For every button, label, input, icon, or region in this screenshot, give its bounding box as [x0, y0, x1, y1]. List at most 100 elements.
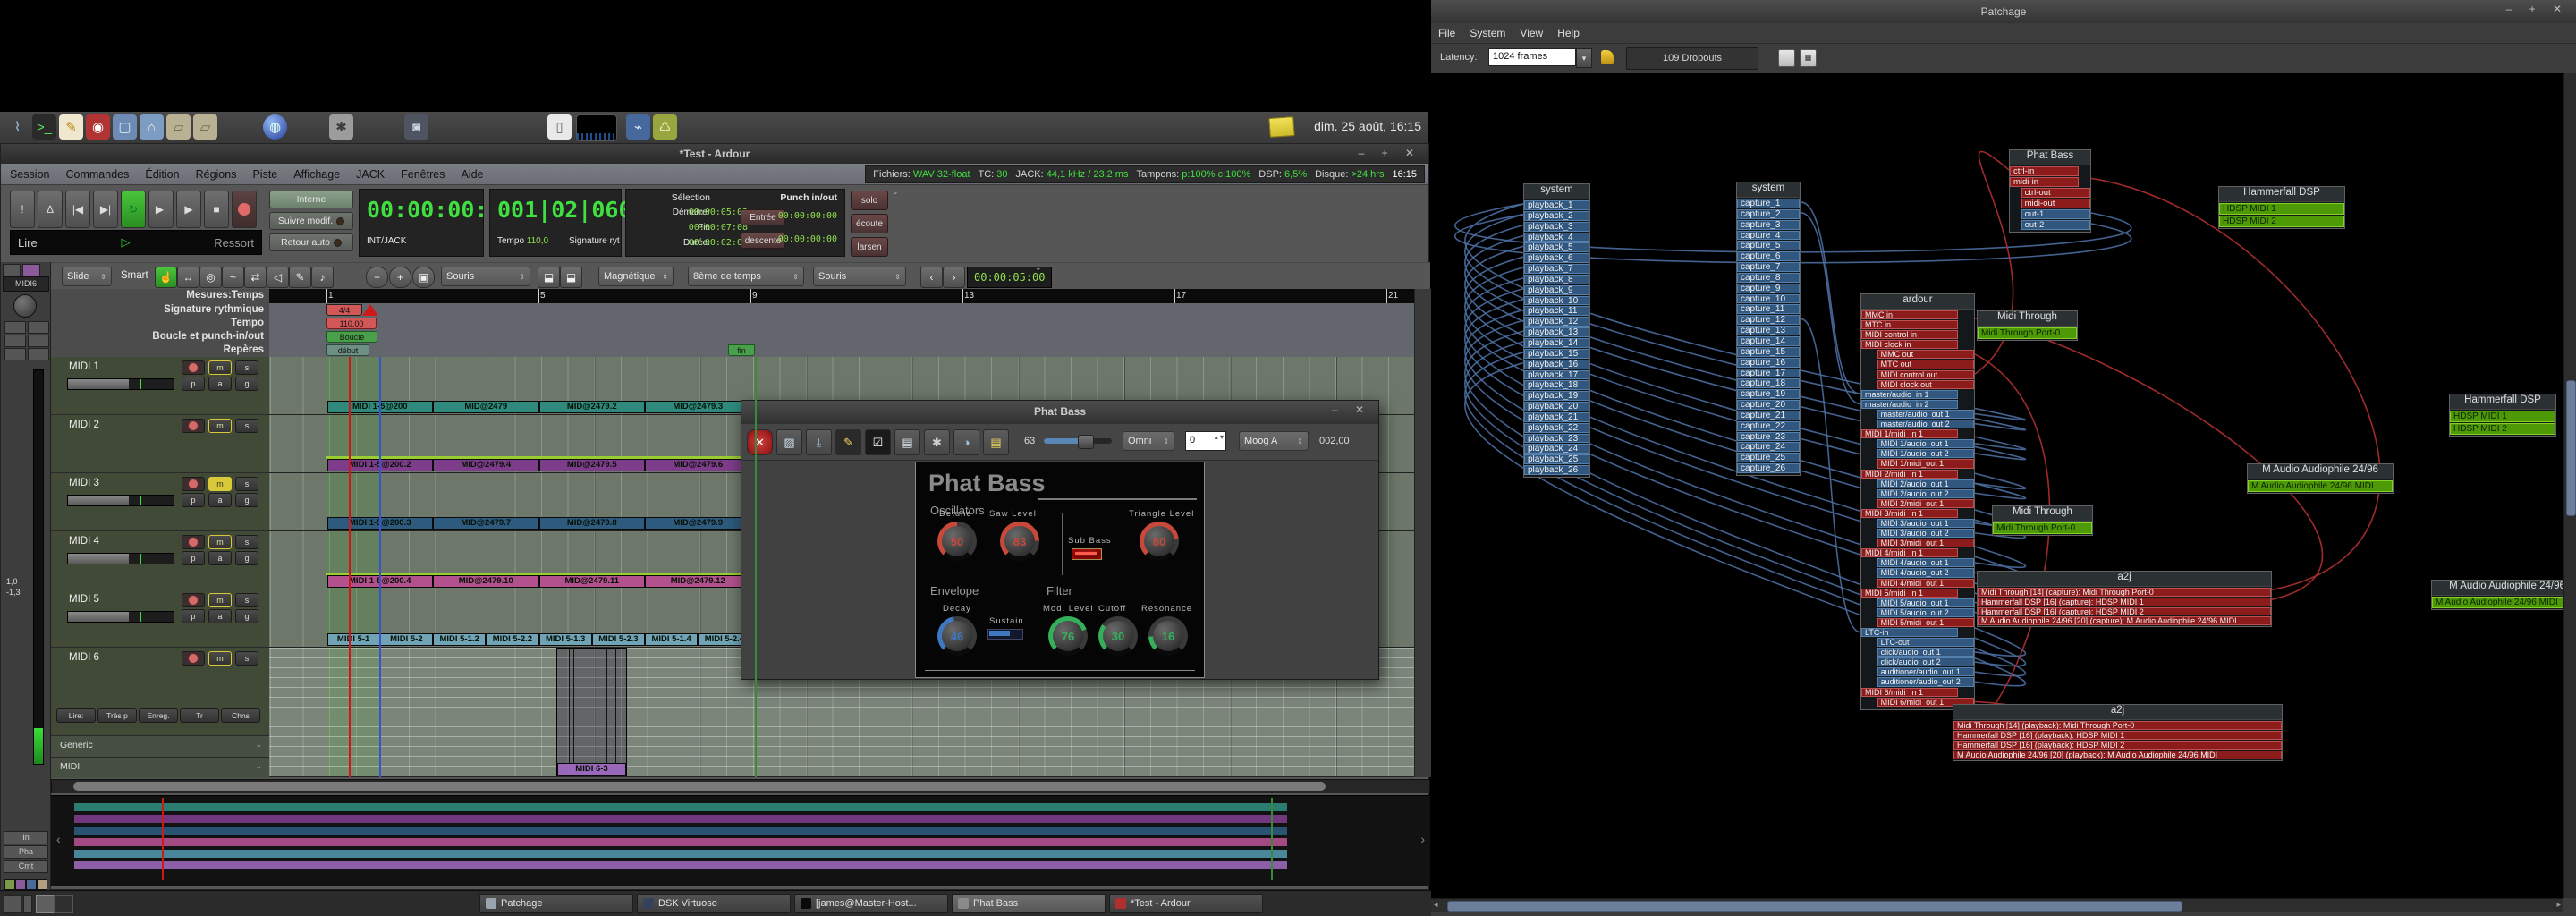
port[interactable]: MIDI 1/audio_out 1: [1877, 439, 1974, 448]
midi-region[interactable]: MID@2479.2: [539, 401, 646, 413]
node-title[interactable]: system: [1737, 182, 1800, 198]
track-name-label[interactable]: MIDI 5: [69, 594, 99, 605]
strip-pha-button[interactable]: Pha: [4, 845, 48, 859]
dropouts-button[interactable]: 109 Dropouts: [1626, 47, 1758, 70]
taskbar-item[interactable]: DSK Virtuoso: [637, 894, 791, 913]
ardour-menu-jack[interactable]: JACK: [356, 168, 385, 181]
patchage-titlebar[interactable]: Patchage ‒ + ✕: [1431, 0, 2576, 23]
midi-region[interactable]: MIDI 5-2.2: [486, 633, 538, 646]
port[interactable]: M Audio Audiophile 24/96 [20] (capture):…: [1978, 616, 2271, 625]
port[interactable]: out-2: [2021, 220, 2090, 230]
preset-combo[interactable]: Moog A⇕: [1239, 431, 1309, 451]
node-title[interactable]: Hammerfall DSP: [2450, 394, 2555, 410]
midi-region[interactable]: MID@2479.11: [539, 575, 646, 588]
patchage-menu-file[interactable]: File: [1438, 27, 1455, 39]
editor-right-strip[interactable]: [1414, 289, 1431, 777]
node-phat-bass[interactable]: Phat Bassctrl-inmidi-inctrl-outmidi-outo…: [2009, 149, 2091, 233]
grab-tool-button[interactable]: ☝: [155, 267, 177, 288]
decay-knob[interactable]: 46: [937, 616, 977, 656]
plugin-window-buttons[interactable]: ‒ ✕: [1332, 403, 1371, 416]
patchage-vscroll-thumb[interactable]: [2566, 380, 2576, 516]
patchage-menu-system[interactable]: System: [1470, 27, 1505, 39]
taskbar-item[interactable]: [james@Master-Host...: [794, 894, 948, 913]
start-marker[interactable]: début: [326, 344, 369, 356]
browser-icon[interactable]: ◍: [263, 114, 287, 140]
channel-combo[interactable]: Omni⇕: [1123, 431, 1174, 451]
trash-icon[interactable]: ♺: [653, 114, 677, 140]
playlist-button[interactable]: p: [182, 377, 205, 391]
track-header[interactable]: MIDI 5mspag: [51, 589, 269, 648]
port[interactable]: playback_2: [1524, 211, 1589, 221]
lane-chevron-icon[interactable]: ⌄: [255, 740, 262, 750]
nudge-back-button[interactable]: ‹: [920, 267, 943, 288]
port[interactable]: auditioner/audio_out 1: [1877, 667, 1974, 676]
midi-region[interactable]: MID@2479.10: [433, 575, 539, 588]
port[interactable]: LTC-out: [1877, 638, 1974, 647]
port[interactable]: MIDI 5/midi_in 1: [1861, 589, 1958, 598]
export-icon[interactable]: ▤: [983, 429, 1009, 455]
larsen-button[interactable]: larsen: [851, 237, 888, 257]
lane-chevron-icon[interactable]: ⌄: [255, 761, 262, 771]
port[interactable]: capture_6: [1737, 251, 1800, 261]
triangle-level-knob[interactable]: 80: [1140, 522, 1179, 561]
strip-cmt-button[interactable]: Cmt: [4, 860, 48, 873]
loop-marker[interactable]: Boucle: [326, 331, 377, 343]
port[interactable]: midi-out: [2021, 199, 2090, 208]
cpu-graph-icon[interactable]: [576, 114, 617, 141]
midi-region[interactable]: MIDI 5-2: [380, 633, 433, 646]
node-title[interactable]: Midi Through: [1978, 311, 2077, 327]
detune-knob[interactable]: 50: [937, 522, 977, 561]
port[interactable]: playback_11: [1524, 306, 1589, 316]
stop-button[interactable]: ■: [204, 191, 229, 228]
strip-mini-button[interactable]: [4, 348, 26, 360]
port[interactable]: HDSP MIDI 1: [2450, 411, 2555, 422]
play-button[interactable]: ▶: [176, 191, 201, 228]
patchage-hscrollbar[interactable]: ◂ ▸: [1431, 898, 2563, 912]
slide-mode-combo[interactable]: Slide⇕: [62, 267, 112, 286]
ruler-row[interactable]: [269, 330, 1414, 344]
play-range-button[interactable]: ▶|: [148, 191, 174, 228]
end-marker[interactable]: fin: [728, 344, 755, 356]
group-button[interactable]: g: [235, 493, 258, 507]
port[interactable]: capture_9: [1737, 284, 1800, 293]
lane-button[interactable]: Tr: [180, 708, 219, 723]
record-button[interactable]: [232, 191, 257, 228]
port[interactable]: MIDI 2/midi_in 1: [1861, 470, 1958, 479]
port[interactable]: Midi Through Port-0: [1978, 327, 2077, 339]
grid-combo[interactable]: 8ème de temps⇕: [688, 267, 804, 286]
port[interactable]: LTC-in: [1861, 628, 1958, 637]
mute-button[interactable]: m: [208, 651, 232, 666]
node-maudio-2[interactable]: M Audio Audiophile 24/96M Audio Audiophi…: [2431, 580, 2563, 610]
port[interactable]: Midi Through [14] (playback): Midi Throu…: [1953, 721, 2282, 730]
port[interactable]: capture_26: [1737, 463, 1800, 473]
stretch-tool-button[interactable]: ⇄: [244, 267, 267, 288]
port[interactable]: capture_11: [1737, 304, 1800, 314]
track-fader[interactable]: [67, 378, 174, 390]
group-button[interactable]: g: [235, 551, 258, 565]
port[interactable]: playback_24: [1524, 444, 1589, 454]
node-midi-through-2[interactable]: Midi ThroughMidi Through Port-0: [1992, 505, 2093, 536]
sustain-slider[interactable]: [987, 629, 1023, 640]
port[interactable]: playback_20: [1524, 402, 1589, 411]
mute-button[interactable]: m: [208, 360, 232, 375]
port[interactable]: capture_10: [1737, 294, 1800, 304]
node-sys-capture[interactable]: systemcapture_1capture_2capture_3capture…: [1736, 182, 1801, 476]
latency-combo-arrow[interactable]: ▾: [1576, 48, 1592, 68]
ruler-row[interactable]: [269, 303, 1414, 318]
port[interactable]: MIDI control out: [1877, 370, 1974, 379]
port[interactable]: MIDI 4/audio_out 2: [1877, 568, 1974, 577]
patchage-canvas[interactable]: systemplayback_1playback_2playback_3play…: [1431, 73, 2563, 898]
automation-lane[interactable]: MIDI⌄: [51, 757, 269, 778]
strip-mini-button[interactable]: [28, 321, 49, 334]
port[interactable]: MIDI 1/audio_out 2: [1877, 449, 1974, 458]
toolbar2-chevron-icon[interactable]: ⌄: [1035, 263, 1042, 273]
summary-left-arrow-icon[interactable]: ‹: [56, 832, 61, 846]
editor-hscrollbar[interactable]: [51, 779, 1430, 793]
track-fader[interactable]: [67, 495, 174, 506]
port[interactable]: out-1: [2021, 209, 2090, 219]
port[interactable]: HDSP MIDI 2: [2219, 216, 2344, 227]
port[interactable]: playback_18: [1524, 380, 1589, 390]
midi-region[interactable]: MID@2479.3: [645, 401, 751, 413]
node-maudio-1[interactable]: M Audio Audiophile 24/96M Audio Audiophi…: [2247, 463, 2394, 494]
track-name-label[interactable]: MIDI 4: [69, 536, 99, 547]
